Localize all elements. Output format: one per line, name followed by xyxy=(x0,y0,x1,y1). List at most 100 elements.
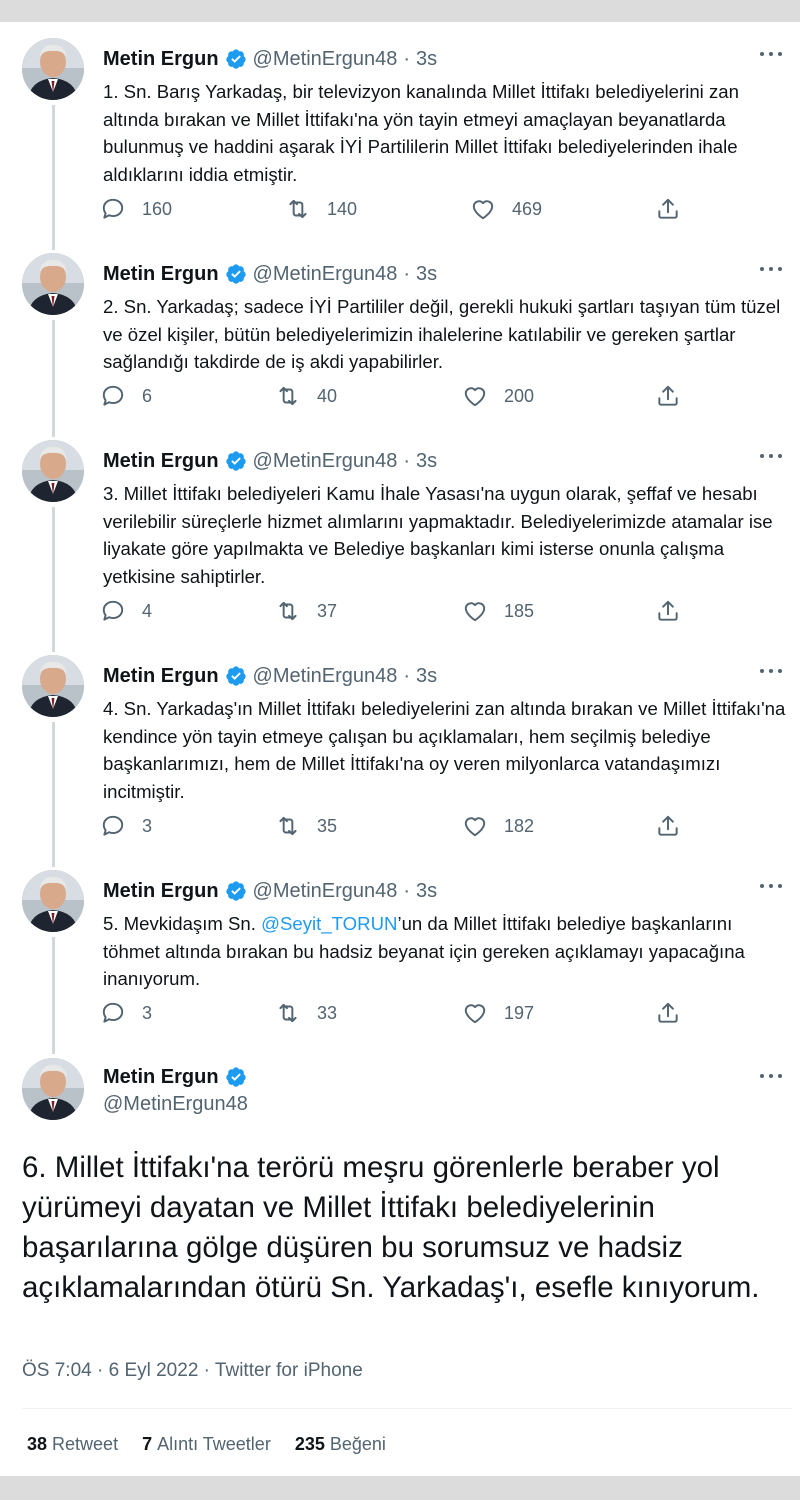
reply-icon xyxy=(102,815,124,836)
reply-button[interactable]: 160 xyxy=(100,194,172,224)
tweet-header: Metin Ergun @MetinErgun48 · 3s xyxy=(103,44,437,74)
author-name[interactable]: Metin Ergun xyxy=(103,263,219,286)
tweet-2[interactable]: Metin Ergun @MetinErgun48 · 3s 2. Sn. Ya… xyxy=(0,253,800,423)
author-handle[interactable]: @MetinErgun48 xyxy=(253,450,398,473)
share-button[interactable] xyxy=(655,811,697,841)
author-name[interactable]: Metin Ergun xyxy=(103,880,219,903)
reply-button[interactable]: 3 xyxy=(100,998,152,1028)
reply-count: 160 xyxy=(142,198,173,219)
tweet-header: Metin Ergun @MetinErgun48 · 3s xyxy=(103,876,437,906)
tweet-text: 1. Sn. Barış Yarkadaş, bir televizyon ka… xyxy=(103,81,739,185)
tweet-time[interactable]: 3s xyxy=(416,48,437,71)
reply-button[interactable]: 3 xyxy=(100,811,152,841)
reply-count: 6 xyxy=(142,385,153,406)
quote-total: 7 xyxy=(142,1434,153,1454)
author-handle[interactable]: @MetinErgun48 xyxy=(253,263,398,286)
retweet-icon xyxy=(279,601,297,621)
tweet-actions: 3 33 197 xyxy=(100,998,700,1028)
separator-dot: · xyxy=(403,262,411,285)
like-icon xyxy=(464,1004,486,1024)
tweet-time[interactable]: 3s xyxy=(416,880,437,903)
more-options-icon[interactable] xyxy=(760,48,786,60)
separator-dot: · xyxy=(403,449,411,472)
tweet-text: 5. Mevkidaşım Sn. @Seyit_TORUN’un da Mil… xyxy=(103,910,793,993)
retweet-icon xyxy=(279,816,297,836)
like-total: 235 xyxy=(294,1434,325,1454)
tweet-3[interactable]: Metin Ergun @MetinErgun48 · 3s 3. Millet… xyxy=(0,440,800,640)
like-button[interactable]: 469 xyxy=(470,194,542,224)
retweet-button[interactable]: 35 xyxy=(275,811,337,841)
like-button[interactable]: 200 xyxy=(462,381,534,411)
tweet-timestamp[interactable]: ÖS 7:04 · 6 Eyl 2022 · Twitter for iPhon… xyxy=(22,1360,363,1382)
author-handle[interactable]: @MetinErgun48 xyxy=(253,665,398,688)
tweet-time[interactable]: 3s xyxy=(416,665,437,688)
avatar[interactable] xyxy=(22,870,84,932)
more-options-icon[interactable] xyxy=(760,263,786,275)
reply-button[interactable]: 4 xyxy=(100,596,152,626)
like-icon xyxy=(464,387,486,407)
like-icon xyxy=(472,200,494,220)
avatar[interactable] xyxy=(22,38,84,100)
avatar[interactable] xyxy=(22,655,84,717)
like-icon xyxy=(464,817,486,837)
reply-icon xyxy=(102,600,124,621)
reply-count: 4 xyxy=(142,600,153,621)
author-handle[interactable]: @MetinErgun48 xyxy=(103,1093,253,1116)
tweet-5[interactable]: Metin Ergun @MetinErgun48 · 3s 5. Mevkid… xyxy=(0,870,800,1040)
tweet-time[interactable]: 3s xyxy=(416,450,437,473)
verified-badge-icon xyxy=(225,666,246,686)
like-button[interactable]: 182 xyxy=(462,811,534,841)
reply-icon xyxy=(102,198,124,219)
like-count: 185 xyxy=(504,600,535,621)
more-options-icon[interactable] xyxy=(760,880,786,892)
retweet-icon xyxy=(279,1003,297,1023)
avatar[interactable] xyxy=(22,253,84,315)
like-stat[interactable]: 235 Beğeni xyxy=(295,1434,386,1455)
reply-count: 3 xyxy=(142,1002,153,1023)
author-name[interactable]: Metin Ergun xyxy=(103,48,219,71)
tweet-header: Metin Ergun @MetinErgun48 · 3s xyxy=(103,446,437,476)
more-options-icon[interactable] xyxy=(760,665,786,677)
more-options-icon[interactable] xyxy=(760,450,786,462)
author-name[interactable]: Metin Ergun xyxy=(103,1066,219,1089)
verified-badge-icon xyxy=(225,451,246,471)
retweet-button[interactable]: 40 xyxy=(275,381,337,411)
retweet-count: 37 xyxy=(317,600,338,621)
retweet-button[interactable]: 37 xyxy=(275,596,337,626)
like-count: 200 xyxy=(504,385,535,406)
author-handle[interactable]: @MetinErgun48 xyxy=(253,880,398,903)
avatar[interactable] xyxy=(22,440,84,502)
tweet-header: Metin Ergun @MetinErgun48 · 3s xyxy=(103,661,437,691)
author-name[interactable]: Metin Ergun xyxy=(103,665,219,688)
tweet-time[interactable]: 3s xyxy=(416,263,437,286)
avatar[interactable] xyxy=(22,1058,84,1120)
verified-badge-icon xyxy=(225,1067,246,1087)
tweet-4[interactable]: Metin Ergun @MetinErgun48 · 3s 4. Sn. Ya… xyxy=(0,655,800,855)
author-handle[interactable]: @MetinErgun48 xyxy=(253,48,398,71)
retweet-count: 33 xyxy=(317,1002,338,1023)
like-button[interactable]: 197 xyxy=(462,998,534,1028)
verified-badge-icon xyxy=(225,264,246,284)
retweet-button[interactable]: 140 xyxy=(285,194,357,224)
like-button[interactable]: 185 xyxy=(462,596,534,626)
more-options-icon[interactable] xyxy=(760,1070,786,1082)
mention-link[interactable]: @Seyit_TORUN xyxy=(261,913,397,934)
quote-stat[interactable]: 7 Alıntı Tweetler xyxy=(142,1434,271,1455)
tweet-1[interactable]: Metin Ergun @MetinErgun48 · 3s 1. Sn. Ba… xyxy=(0,38,800,238)
share-button[interactable] xyxy=(655,381,697,411)
reply-button[interactable]: 6 xyxy=(100,381,152,411)
share-icon xyxy=(658,815,678,836)
share-icon xyxy=(658,600,678,621)
tweet-text: 3. Millet İttifakı belediyeleri Kamu İha… xyxy=(103,483,773,587)
retweet-stat[interactable]: 38 Retweet xyxy=(27,1434,118,1455)
share-button[interactable] xyxy=(655,596,697,626)
top-frame xyxy=(0,0,800,22)
share-button[interactable] xyxy=(655,194,697,224)
share-icon xyxy=(658,198,678,219)
author-name[interactable]: Metin Ergun xyxy=(103,450,219,473)
retweet-icon xyxy=(279,386,297,406)
reply-icon xyxy=(102,1002,124,1023)
share-button[interactable] xyxy=(655,998,697,1028)
share-icon xyxy=(658,1002,678,1023)
retweet-button[interactable]: 33 xyxy=(275,998,337,1028)
